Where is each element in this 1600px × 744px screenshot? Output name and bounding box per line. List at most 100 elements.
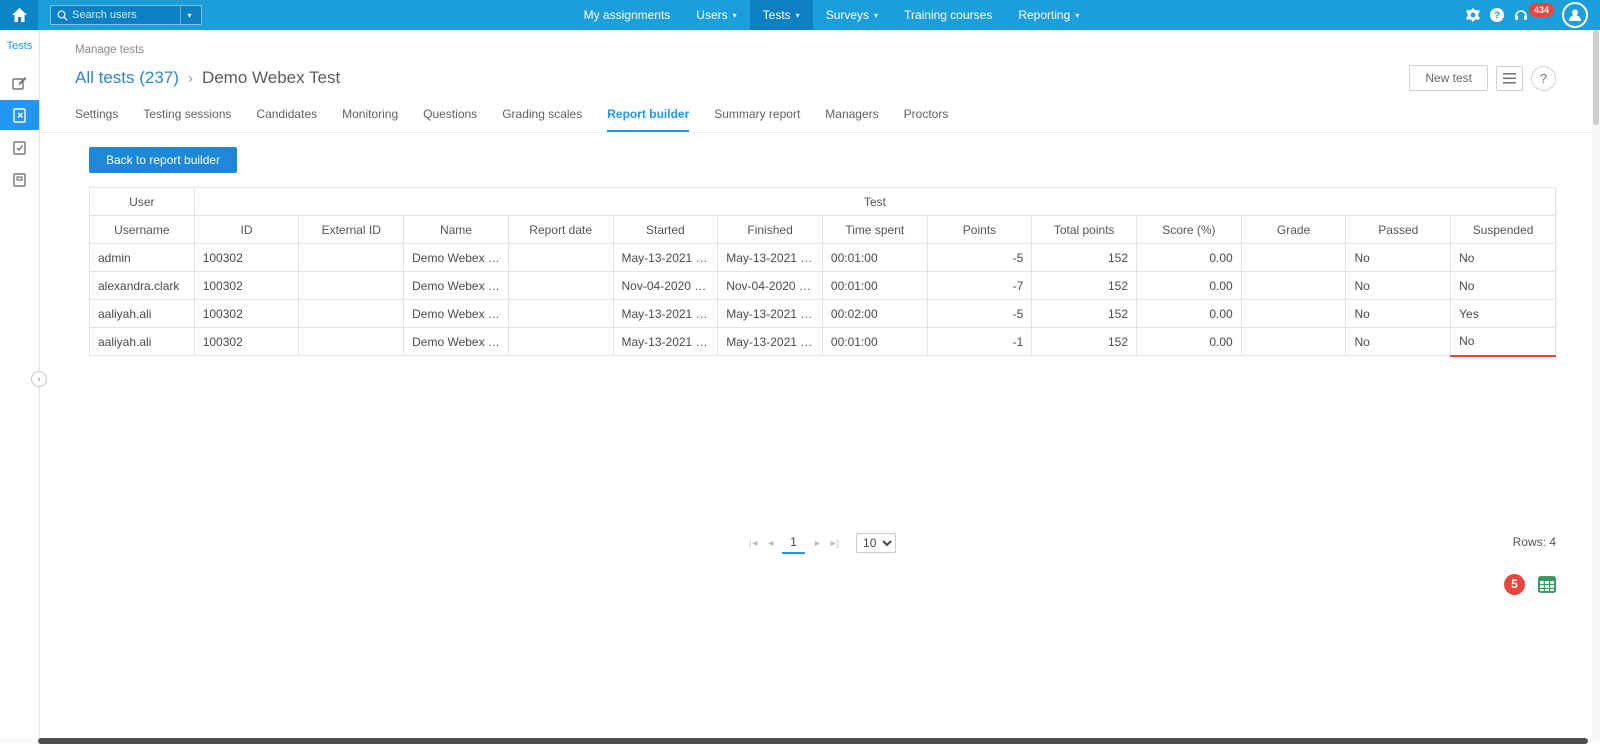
col-grade[interactable]: Grade xyxy=(1241,216,1346,244)
table-row[interactable]: aaliyah.ali 100302 Demo Webex Test May-1… xyxy=(90,300,1556,328)
tab-monitoring[interactable]: Monitoring xyxy=(342,107,398,132)
nav-reporting[interactable]: Reporting▾ xyxy=(1005,0,1092,30)
cell-grade xyxy=(1241,328,1346,356)
cell-report-date xyxy=(508,328,613,356)
chevron-down-icon: ▾ xyxy=(1075,11,1079,20)
sidebar-item-test-categories[interactable] xyxy=(0,164,39,194)
list-view-button[interactable] xyxy=(1496,66,1523,91)
col-points[interactable]: Points xyxy=(927,216,1032,244)
horizontal-scrollbar[interactable] xyxy=(0,738,1600,744)
first-page-button[interactable]: |◄ xyxy=(749,538,758,548)
tab-bar: Settings Testing sessions Candidates Mon… xyxy=(41,91,1600,133)
previous-page-button[interactable]: ◄ xyxy=(766,538,774,548)
next-page-button[interactable]: ► xyxy=(813,538,821,548)
col-total-points[interactable]: Total points xyxy=(1032,216,1137,244)
rows-count-label: Rows: 4 xyxy=(1513,535,1556,549)
cell-id: 100302 xyxy=(194,244,299,272)
col-time-spent[interactable]: Time spent xyxy=(822,216,927,244)
col-external-id[interactable]: External ID xyxy=(299,216,404,244)
cell-username: aaliyah.ali xyxy=(90,300,195,328)
cell-name: Demo Webex Test xyxy=(404,300,509,328)
home-button[interactable] xyxy=(0,0,38,30)
cell-score: 0.00 xyxy=(1137,244,1242,272)
cell-started: May-13-2021 02:32 ... xyxy=(613,244,718,272)
cell-username: aaliyah.ali xyxy=(90,328,195,356)
last-page-button[interactable]: ►| xyxy=(829,538,838,548)
tab-settings[interactable]: Settings xyxy=(75,107,118,132)
vertical-scrollbar-thumb[interactable] xyxy=(1593,30,1599,125)
notification-badge[interactable]: 434 xyxy=(1529,3,1554,17)
col-name[interactable]: Name xyxy=(404,216,509,244)
col-suspended[interactable]: Suspended xyxy=(1451,216,1556,244)
search-input[interactable] xyxy=(72,9,180,21)
col-score[interactable]: Score (%) xyxy=(1137,216,1242,244)
search-box: ▾ xyxy=(50,5,202,25)
cell-passed: No xyxy=(1346,244,1451,272)
chevron-down-icon: ▾ xyxy=(796,11,800,20)
table-row[interactable]: admin 100302 Demo Webex Test May-13-2021… xyxy=(90,244,1556,272)
tab-testing-sessions[interactable]: Testing sessions xyxy=(143,107,231,132)
group-header-test: Test xyxy=(194,188,1555,216)
tab-summary-report[interactable]: Summary report xyxy=(714,107,800,132)
tab-candidates[interactable]: Candidates xyxy=(256,107,317,132)
cell-username: alexandra.clark xyxy=(90,272,195,300)
pagination-bar: |◄ ◄ 1 ► ►| 10 Rows: 4 xyxy=(89,525,1556,560)
tab-proctors[interactable]: Proctors xyxy=(904,107,949,132)
group-header-user: User xyxy=(90,188,195,216)
vertical-scrollbar[interactable] xyxy=(1592,30,1600,738)
nav-surveys[interactable]: Surveys▾ xyxy=(813,0,891,30)
cell-total-points: 152 xyxy=(1032,272,1137,300)
nav-training-courses[interactable]: Training courses xyxy=(891,0,1005,30)
cell-time-spent: 00:01:00 xyxy=(822,244,927,272)
cell-report-date xyxy=(508,272,613,300)
sidebar-item-manage-tests[interactable] xyxy=(0,100,39,130)
export-count-badge[interactable]: 5 xyxy=(1504,574,1525,595)
col-finished[interactable]: Finished xyxy=(718,216,823,244)
tab-questions[interactable]: Questions xyxy=(423,107,477,132)
nav-tests[interactable]: Tests▾ xyxy=(750,0,813,30)
col-id[interactable]: ID xyxy=(194,216,299,244)
cell-grade xyxy=(1241,244,1346,272)
cell-report-date xyxy=(508,244,613,272)
current-page[interactable]: 1 xyxy=(782,533,805,554)
back-to-report-builder-button[interactable]: Back to report builder xyxy=(89,147,237,173)
cell-finished: May-13-2021 02:41 ... xyxy=(718,328,823,356)
breadcrumb-separator: › xyxy=(188,70,193,87)
nav-my-assignments[interactable]: My assignments xyxy=(571,0,684,30)
col-username[interactable]: Username xyxy=(90,216,195,244)
page-size-select[interactable]: 10 xyxy=(856,533,896,553)
col-report-date[interactable]: Report date xyxy=(508,216,613,244)
tab-report-builder[interactable]: Report builder xyxy=(607,107,689,132)
main-content: Manage tests All tests (237) › Demo Webe… xyxy=(41,30,1600,744)
cell-external-id xyxy=(299,272,404,300)
cell-total-points: 152 xyxy=(1032,244,1137,272)
cell-started: May-13-2021 02:35 ... xyxy=(613,300,718,328)
sidebar-item-new-test[interactable] xyxy=(0,68,39,98)
help-icon[interactable]: ? xyxy=(1485,3,1509,27)
col-passed[interactable]: Passed xyxy=(1346,216,1451,244)
col-started[interactable]: Started xyxy=(613,216,718,244)
all-tests-link[interactable]: All tests (237) xyxy=(75,68,179,88)
breadcrumb: Manage tests xyxy=(75,44,1556,56)
chevron-down-icon: ▾ xyxy=(187,11,191,20)
home-icon xyxy=(12,8,27,22)
new-test-button[interactable]: New test xyxy=(1409,65,1488,91)
cell-time-spent: 00:02:00 xyxy=(822,300,927,328)
test-document-icon xyxy=(12,108,27,123)
cell-username: admin xyxy=(90,244,195,272)
cell-id: 100302 xyxy=(194,328,299,356)
tab-managers[interactable]: Managers xyxy=(825,107,878,132)
table-row[interactable]: alexandra.clark 100302 Demo Webex Test N… xyxy=(90,272,1556,300)
table-row[interactable]: aaliyah.ali 100302 Demo Webex Test May-1… xyxy=(90,328,1556,356)
page-help-button[interactable]: ? xyxy=(1531,66,1556,91)
excel-export-icon[interactable] xyxy=(1538,576,1556,593)
settings-gear-icon[interactable] xyxy=(1461,3,1485,27)
horizontal-scrollbar-thumb[interactable] xyxy=(38,738,1588,744)
sidebar-expand-button[interactable]: › xyxy=(31,371,47,387)
cell-total-points: 152 xyxy=(1032,328,1137,356)
sidebar-item-question-pools[interactable] xyxy=(0,132,39,162)
search-dropdown-button[interactable]: ▾ xyxy=(180,6,198,24)
nav-users[interactable]: Users▾ xyxy=(683,0,749,30)
user-avatar[interactable] xyxy=(1562,2,1588,28)
tab-grading-scales[interactable]: Grading scales xyxy=(502,107,582,132)
